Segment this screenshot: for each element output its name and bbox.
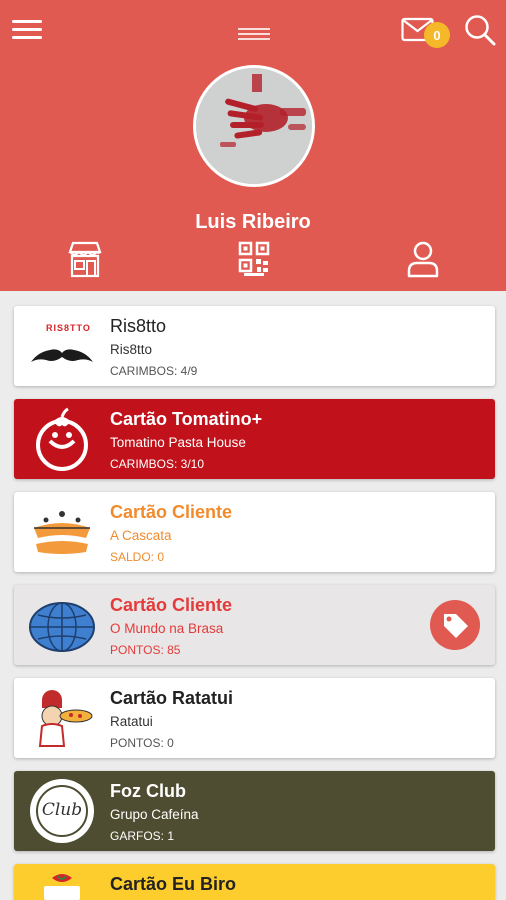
hamburger-icon[interactable] [12, 18, 42, 42]
eu-biro-logo-icon [44, 874, 80, 900]
card-title: Cartão Tomatino+ [110, 409, 263, 429]
notification-badge: 0 [424, 22, 450, 48]
card-subtitle: Tomatino Pasta House [110, 435, 246, 450]
card-title: Cartão Ratatui [110, 688, 234, 708]
loyalty-card-a-cascata[interactable]: Cartão Cliente A Cascata SALDO: 0 [14, 492, 495, 572]
card-title: Cartão Cliente [110, 502, 233, 522]
search-icon[interactable] [463, 13, 497, 47]
profile-icon[interactable] [405, 240, 441, 278]
card-subtitle: A Cascata [110, 528, 172, 543]
qr-code-icon[interactable] [238, 240, 270, 278]
card-title: Cartão Cliente [110, 595, 233, 615]
card-balance: SALDO: 0 [110, 550, 165, 564]
loyalty-card-ris8tto[interactable]: RIS8TTO Ris8tto Ris8tto CARIMBOS: 4/9 [14, 306, 495, 386]
card-points: PONTOS: 85 [110, 643, 181, 657]
loyalty-card-eu-biro[interactable]: Cartão Eu Biro [14, 864, 495, 900]
price-tag-icon[interactable] [430, 600, 480, 650]
loyalty-card-o-mundo-na-brasa[interactable]: Cartão Cliente O Mundo na Brasa PONTOS: … [14, 585, 495, 665]
store-icon[interactable] [67, 240, 103, 278]
handprint-image [196, 68, 312, 184]
club-logo: Club [28, 779, 96, 843]
globe-logo-icon [29, 602, 95, 652]
loyalty-card-tomatino[interactable]: Cartão Tomatino+ Tomatino Pasta House CA… [14, 399, 495, 479]
card-forks: GARFOS: 1 [110, 829, 175, 843]
card-subtitle: Ris8tto [110, 342, 153, 357]
card-title: Ris8tto [110, 316, 167, 336]
card-subtitle: Grupo Cafeína [110, 807, 199, 822]
user-name: Luis Ribeiro [195, 211, 311, 233]
loyalty-card-ratatui[interactable]: Cartão Ratatui Ratatui PONTOS: 0 [14, 678, 495, 758]
tomato-logo-icon [36, 407, 88, 471]
avatar[interactable] [193, 65, 315, 187]
profile-header: 0 Luis Ribeiro [0, 0, 506, 291]
card-stamps: CARIMBOS: 3/10 [110, 457, 205, 471]
card-subtitle: O Mundo na Brasa [110, 621, 224, 636]
card-points: PONTOS: 0 [110, 736, 174, 750]
ris8tto-logo: RIS8TTO [28, 314, 96, 378]
drag-handle-icon[interactable] [238, 26, 270, 40]
card-stamps: CARIMBOS: 4/9 [110, 364, 198, 378]
a-cascata-logo-icon [34, 511, 90, 554]
mustache-icon [31, 349, 93, 362]
card-title: Foz Club [110, 781, 186, 801]
card-title: Cartão Eu Biro [110, 874, 237, 894]
chef-logo-icon [38, 690, 93, 747]
loyalty-card-foz-club[interactable]: Club Foz Club Grupo Cafeína GARFOS: 1 [14, 771, 495, 851]
card-subtitle: Ratatui [110, 714, 153, 729]
